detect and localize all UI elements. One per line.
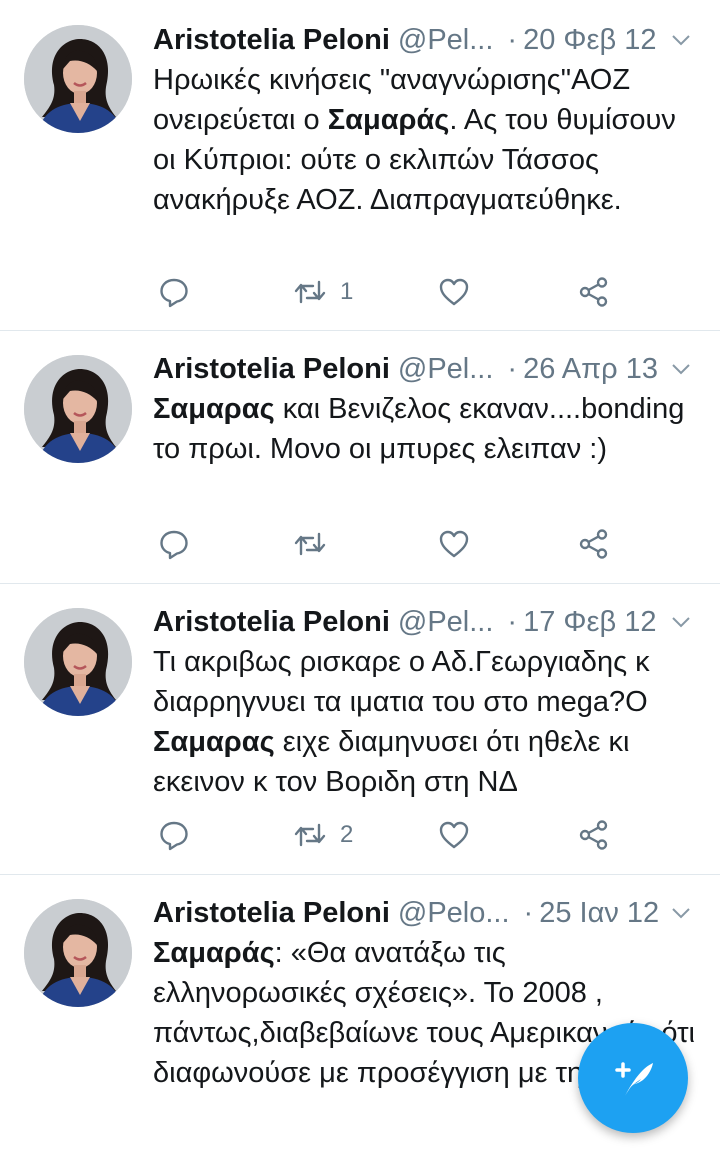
heart-icon — [439, 278, 469, 306]
tweet-timeline: Aristotelia Peloni @Pel... · 20 Φεβ 12 Η… — [0, 0, 720, 1165]
like-button[interactable] — [438, 817, 470, 853]
share-icon — [579, 277, 608, 307]
reply-icon — [160, 821, 188, 851]
author-name[interactable]: Aristotelia Peloni — [153, 24, 390, 57]
avatar[interactable] — [24, 899, 132, 1007]
author-name[interactable]: Aristotelia Peloni — [153, 897, 390, 930]
retweet-button[interactable]: 2 — [294, 817, 353, 853]
author-name[interactable]: Aristotelia Peloni — [153, 606, 390, 639]
reply-button[interactable] — [158, 817, 190, 853]
separator-dot: · — [507, 605, 518, 638]
tweet-header: Aristotelia Peloni @Pel... · 17 Φεβ 12 — [153, 602, 694, 642]
reply-icon — [160, 278, 188, 308]
compose-tweet-button[interactable] — [578, 1023, 688, 1133]
avatar[interactable] — [24, 355, 132, 463]
chevron-down-icon[interactable] — [668, 27, 694, 53]
reply-button[interactable] — [158, 274, 190, 310]
tweet-date[interactable]: 26 Απρ 13 — [523, 353, 658, 386]
author-handle: @Pel... — [397, 605, 494, 638]
heart-icon — [439, 530, 469, 558]
like-button[interactable] — [438, 274, 470, 310]
retweet-count: 2 — [340, 821, 354, 848]
chevron-down-icon[interactable] — [668, 356, 694, 382]
highlight-term: Σαμαράς — [327, 104, 450, 136]
separator-dot: · — [507, 23, 518, 56]
author-handle: @Pel... — [397, 352, 494, 385]
compose-tweet-icon — [615, 1062, 653, 1096]
tweet-header: Aristotelia Peloni @Pel... · 20 Φεβ 12 — [153, 20, 694, 60]
like-button[interactable] — [438, 526, 470, 562]
author-name[interactable]: Aristotelia Peloni — [153, 353, 390, 386]
retweet-icon — [294, 532, 326, 556]
highlight-term: Σαμαράς — [153, 937, 275, 969]
heart-icon — [439, 821, 469, 849]
separator-dot: · — [523, 896, 534, 929]
reply-icon — [160, 530, 188, 560]
share-button[interactable] — [578, 274, 610, 310]
highlight-term: Σαμαρας — [153, 726, 275, 758]
share-button[interactable] — [578, 526, 610, 562]
tweet-actions — [158, 526, 628, 562]
retweet-count: 1 — [340, 278, 354, 305]
tweet-date[interactable]: 25 Ιαν 12 — [539, 897, 659, 930]
tweet-text: Ηρωικές κινήσεις "αναγνώρισης"ΑΟΖ ονειρε… — [153, 64, 676, 216]
tweet-actions: 1 — [158, 274, 628, 310]
chevron-down-icon[interactable] — [668, 900, 694, 926]
tweet-text: Σαμαρας και Βενιζελος εκαναν....bonding … — [153, 393, 685, 465]
retweet-button[interactable] — [294, 526, 340, 562]
tweet[interactable]: Aristotelia Peloni @Pel... · 17 Φεβ 12 Τ… — [0, 584, 720, 875]
tweet-header: Aristotelia Peloni @Pelo... · 25 Ιαν 12 — [153, 893, 694, 933]
avatar[interactable] — [24, 25, 132, 133]
highlight-term: Σαμαρας — [153, 393, 275, 425]
share-icon — [579, 820, 608, 850]
share-icon — [579, 529, 608, 559]
retweet-icon — [294, 280, 326, 304]
author-handle: @Pel... — [397, 23, 494, 56]
tweet-text: Τι ακριβως ρισκαρε ο Αδ.Γεωργιαδης κ δια… — [153, 646, 650, 798]
reply-button[interactable] — [158, 526, 190, 562]
tweet-actions: 2 — [158, 817, 628, 853]
retweet-icon — [294, 823, 326, 847]
tweet[interactable]: Aristotelia Peloni @Pel... · 26 Απρ 13 Σ… — [0, 331, 720, 584]
retweet-button[interactable]: 1 — [294, 274, 353, 310]
tweet-date[interactable]: 20 Φεβ 12 — [523, 24, 656, 57]
tweet[interactable]: Aristotelia Peloni @Pel... · 20 Φεβ 12 Η… — [0, 0, 720, 331]
tweet-header: Aristotelia Peloni @Pel... · 26 Απρ 13 — [153, 349, 694, 389]
avatar[interactable] — [24, 608, 132, 716]
share-button[interactable] — [578, 817, 610, 853]
chevron-down-icon[interactable] — [668, 609, 694, 635]
tweet-date[interactable]: 17 Φεβ 12 — [523, 606, 656, 639]
separator-dot: · — [507, 352, 518, 385]
author-handle: @Pelo... — [397, 896, 510, 929]
